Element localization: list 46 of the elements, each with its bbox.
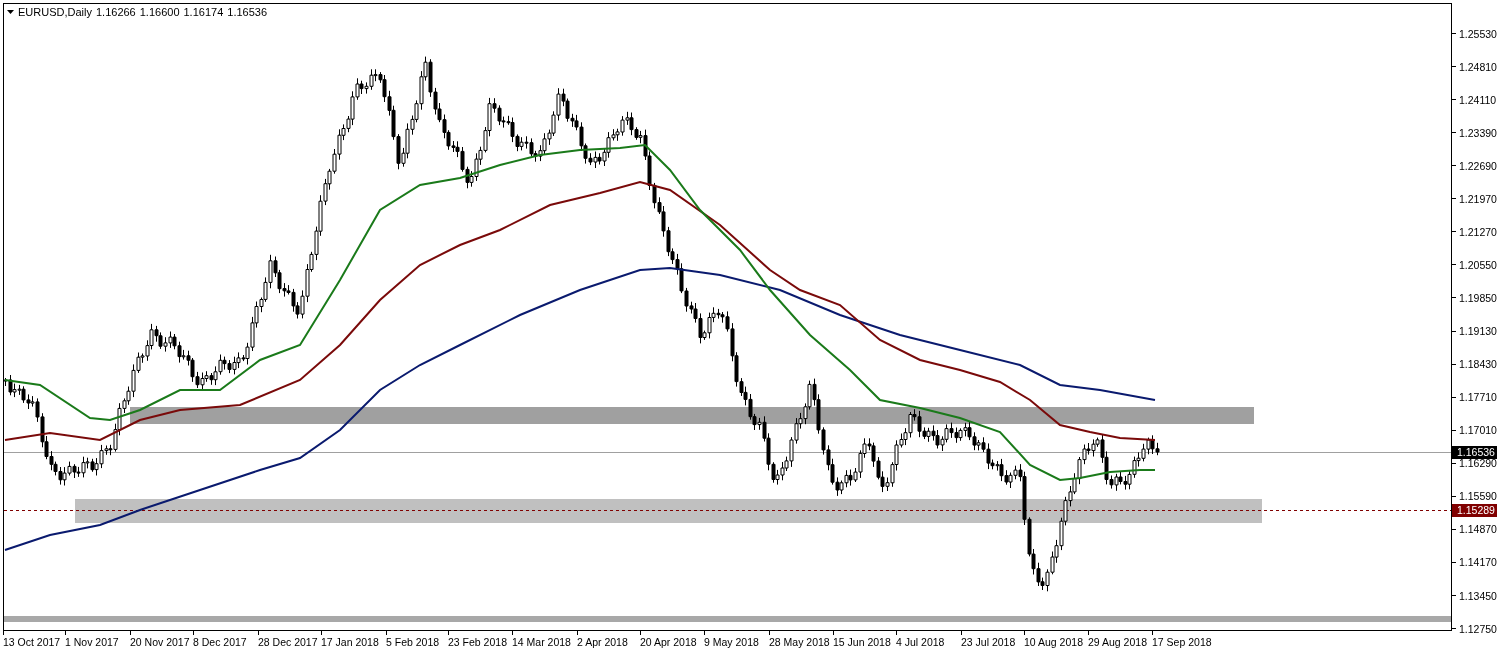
time-axis-label: 20 Nov 2017 — [130, 636, 190, 648]
price-axis-label: 1.12750 — [1458, 622, 1497, 635]
level-price-label: 1.15289 — [1452, 504, 1497, 517]
time-axis-label: 28 Dec 2017 — [258, 636, 318, 648]
time-axis-label: 15 Jun 2018 — [833, 636, 891, 648]
time-axis-label: 28 May 2018 — [769, 636, 830, 648]
price-axis-label: 1.24110 — [1458, 93, 1497, 106]
ohlc-value: 1.16536 — [227, 6, 268, 18]
time-axis-label: 23 Jul 2018 — [961, 636, 1016, 648]
time-axis-label: 23 Feb 2018 — [448, 636, 507, 648]
price-axis-label: 1.21970 — [1458, 192, 1497, 205]
time-axis-label: 17 Sep 2018 — [1152, 636, 1212, 648]
price-axis-label: 1.17010 — [1458, 424, 1497, 437]
time-axis-label: 4 Jul 2018 — [896, 636, 945, 648]
price-axis-label: 1.15590 — [1458, 490, 1497, 503]
dropdown-triangle-icon[interactable] — [7, 10, 14, 14]
price-axis-label: 1.20550 — [1458, 258, 1497, 271]
price-axis-label: 1.14170 — [1458, 556, 1497, 569]
price-axis-label: 1.24810 — [1458, 60, 1497, 73]
price-axis-label: 1.17710 — [1458, 391, 1497, 404]
time-axis-label: 9 May 2018 — [704, 636, 759, 648]
time-axis-label: 29 Aug 2018 — [1088, 636, 1147, 648]
time-axis-label: 14 Mar 2018 — [512, 636, 571, 648]
time-axis-label: 1 Nov 2017 — [65, 636, 119, 648]
time-axis-label: 13 Oct 2017 — [3, 636, 61, 648]
time-axis-label: 20 Apr 2018 — [640, 636, 697, 648]
price-axis-label: 1.23390 — [1458, 126, 1497, 139]
bid-price-label: 1.16536 — [1452, 446, 1497, 459]
price-axis-label: 1.21270 — [1458, 225, 1497, 238]
price-axis-label: 1.13450 — [1458, 589, 1497, 602]
symbol-timeframe-label: EURUSD,Daily — [18, 6, 92, 18]
time-axis-label: 8 Dec 2017 — [193, 636, 247, 648]
ohlc-value: 1.16600 — [139, 6, 180, 18]
time-axis-label: 5 Feb 2018 — [386, 636, 440, 648]
ohlc-value: 1.16174 — [183, 6, 224, 18]
time-axis-label: 10 Aug 2018 — [1024, 636, 1083, 648]
price-axis-label: 1.19850 — [1458, 291, 1497, 304]
price-axis-label: 1.16290 — [1458, 457, 1497, 470]
price-axis-label: 1.19130 — [1458, 325, 1497, 338]
price-axis-label: 1.22690 — [1458, 159, 1497, 172]
price-axis-label: 1.25530 — [1458, 27, 1497, 40]
ohlc-value: 1.16266 — [95, 6, 136, 18]
time-axis-label: 2 Apr 2018 — [577, 636, 628, 648]
price-axis-label: 1.14870 — [1458, 523, 1497, 536]
time-axis-label: 17 Jan 2018 — [321, 636, 379, 648]
price-axis-label: 1.18430 — [1458, 358, 1497, 371]
